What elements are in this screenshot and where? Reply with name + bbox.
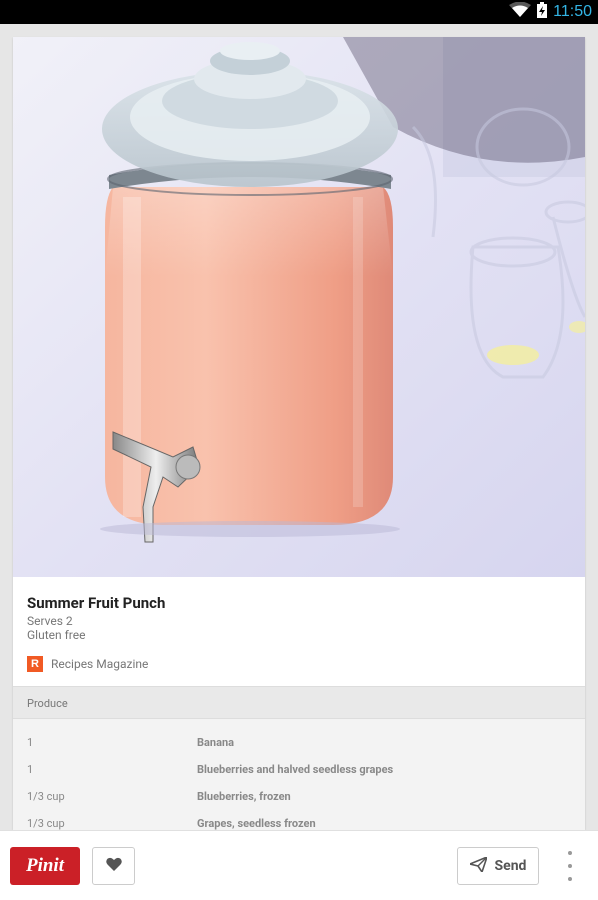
overflow-menu-icon[interactable] [560,851,580,881]
status-time: 11:50 [553,3,592,20]
status-bar: 11:50 [0,0,598,24]
ingredient-name: Banana [197,736,235,749]
status-icons: 11:50 [509,0,592,24]
pin-card: Summer Fruit Punch Serves 2 Gluten free … [13,37,585,830]
menu-dot [568,851,572,855]
source-name: Recipes Magazine [51,657,149,671]
source-link[interactable]: R Recipes Magazine [27,656,148,672]
pin-title: Summer Fruit Punch [27,594,166,612]
glass-drink-dispenser-photo[interactable] [13,37,585,577]
ingredient-qty: 1/3 cup [27,790,65,803]
ingredient-row: 1/3 cup Grapes, seedless frozen [13,817,585,830]
diet-text: Gluten free [27,628,86,642]
like-button[interactable] [92,847,135,885]
recipes-magazine-logo-icon: R [27,656,43,672]
action-bar: Pinit Send [0,830,598,900]
ingredient-name: Blueberries and halved seedless grapes [197,763,394,776]
send-button[interactable]: Send [457,847,539,885]
wifi-icon [509,1,532,22]
menu-dot [568,877,572,881]
ingredient-qty: 1/3 cup [27,817,65,830]
send-icon [468,855,488,876]
ingredient-qty: 1 [27,763,34,776]
menu-dot [568,864,572,868]
heart-icon [105,857,122,876]
ingredient-qty: 1 [27,736,34,749]
ingredient-row: 1 Blueberries and halved seedless grapes [13,763,585,783]
ingredient-row: 1/3 cup Blueberries, frozen [13,790,585,810]
pinit-button[interactable]: Pinit [10,847,80,885]
serves-text: Serves 2 [27,614,73,628]
battery-charging-icon [537,2,548,22]
ingredient-name: Blueberries, frozen [197,790,291,803]
ingredients-section-header: Produce [13,686,585,719]
section-label: Produce [27,697,68,710]
ingredients-list: 1 Banana 1 Blueberries and halved seedle… [13,719,585,830]
send-label: Send [494,858,527,874]
ingredient-row: 1 Banana [13,736,585,756]
ingredient-name: Grapes, seedless frozen [197,817,316,830]
